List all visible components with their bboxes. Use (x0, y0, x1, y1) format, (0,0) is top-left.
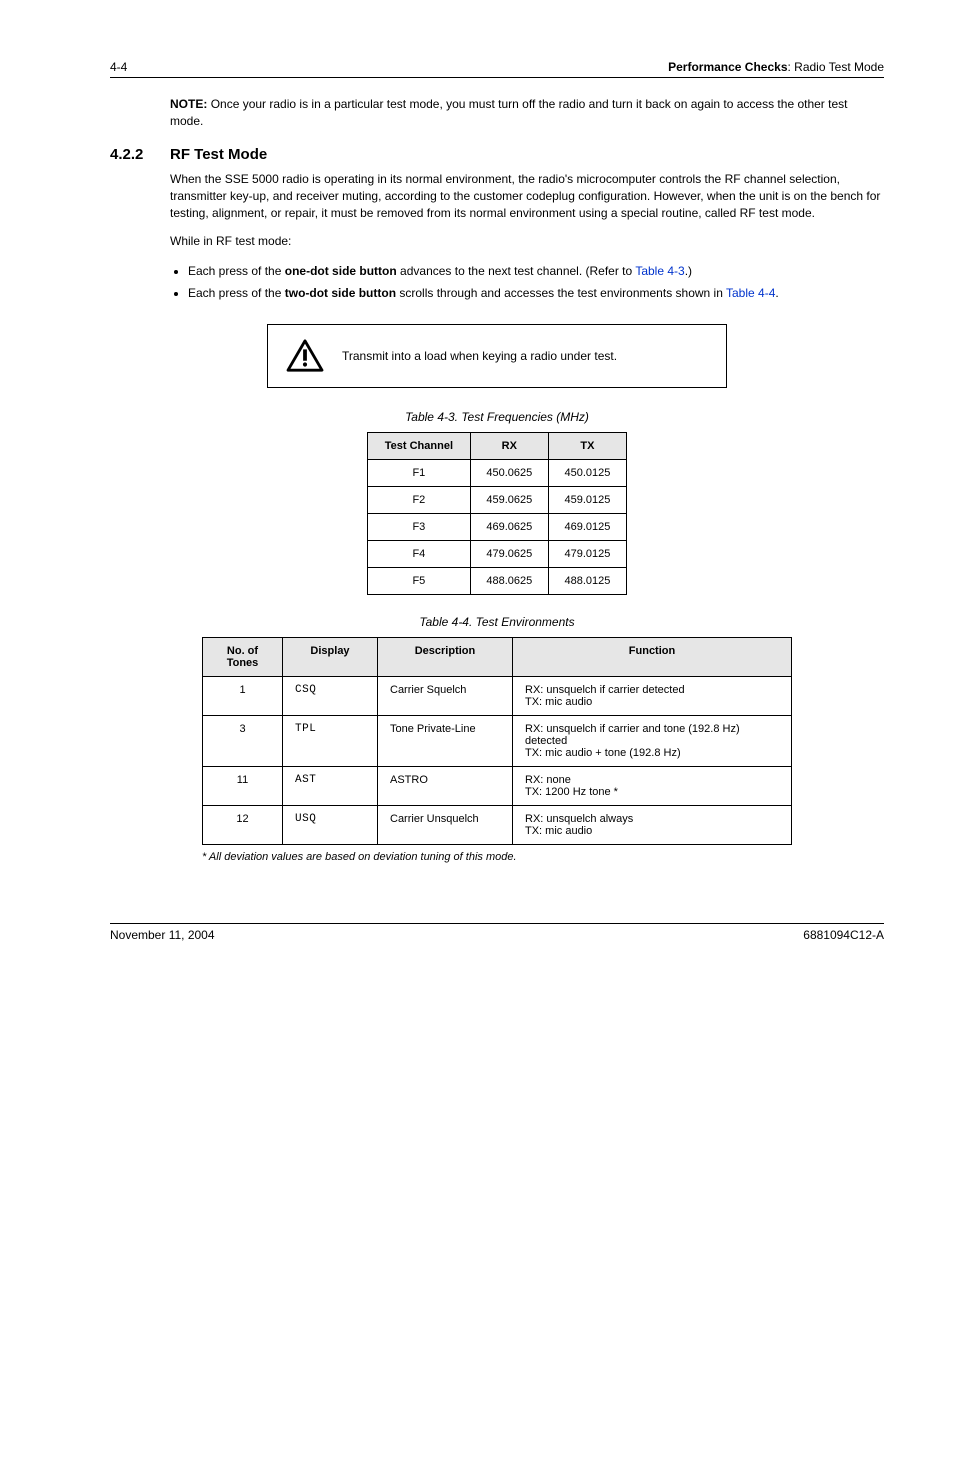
bullet-2-link[interactable]: Table 4-4 (726, 286, 775, 300)
section-number: 4.2.2 (110, 146, 170, 163)
footer-docnum: 6881094C12-A (803, 928, 884, 942)
table-row: 12 USQ Carrier Unsquelch RX: unsquelch a… (203, 806, 792, 845)
section-heading: 4.2.2 RF Test Mode (110, 146, 884, 163)
bullet-2-bold: two-dot side button (285, 286, 396, 300)
caution-box: Transmit into a load when keying a radio… (267, 324, 727, 388)
cell: 488.0625 (470, 568, 548, 595)
bullet-1-link[interactable]: Table 4-3 (635, 264, 684, 278)
th-display: Display (283, 638, 378, 677)
page-footer: November 11, 2004 6881094C12-A (110, 923, 884, 942)
bullet-1: Each press of the one-dot side button ad… (188, 262, 884, 280)
bullet-2-after: . (775, 286, 778, 300)
bullet-list: Each press of the one-dot side button ad… (170, 262, 884, 302)
bullet-1-post: advances to the next test channel. (Refe… (397, 264, 636, 278)
table-row: F3469.0625469.0125 (368, 514, 627, 541)
cell: ASTRO (378, 767, 513, 806)
cell: 12 (203, 806, 283, 845)
caution-icon (286, 339, 324, 373)
table-row: F5488.0625488.0125 (368, 568, 627, 595)
th-rx: RX (470, 433, 548, 460)
table-env-title: Table 4-4. Test Environments (110, 615, 884, 629)
cell: AST (283, 767, 378, 806)
cell: 459.0125 (548, 487, 626, 514)
bullet-1-after: .) (685, 264, 692, 278)
table-row: 11 AST ASTRO RX: none TX: 1200 Hz tone * (203, 767, 792, 806)
footer-date: November 11, 2004 (110, 928, 215, 942)
cell: 1 (203, 677, 283, 716)
th-tones: No. of Tones (203, 638, 283, 677)
header-section: Performance Checks: Radio Test Mode (668, 60, 884, 74)
note-block: NOTE: Once your radio is in a particular… (170, 96, 884, 130)
table-row: 3 TPL Tone Private-Line RX: unsquelch if… (203, 716, 792, 767)
table-row: F1450.0625450.0125 (368, 460, 627, 487)
bullet-1-pre: Each press of the (188, 264, 285, 278)
header-rest: : Radio Test Mode (788, 60, 885, 74)
table-row: 1 CSQ Carrier Squelch RX: unsquelch if c… (203, 677, 792, 716)
cell: F2 (368, 487, 471, 514)
table-row: F4479.0625479.0125 (368, 541, 627, 568)
cell: Carrier Unsquelch (378, 806, 513, 845)
cell: 479.0125 (548, 541, 626, 568)
cell: 479.0625 (470, 541, 548, 568)
bullet-2-pre: Each press of the (188, 286, 285, 300)
cell: 469.0125 (548, 514, 626, 541)
cell: F3 (368, 514, 471, 541)
cell: 11 (203, 767, 283, 806)
cell: Tone Private-Line (378, 716, 513, 767)
cell: 469.0625 (470, 514, 548, 541)
bullet-2: Each press of the two-dot side button sc… (188, 284, 884, 302)
th-tx: TX (548, 433, 626, 460)
caution-text: Transmit into a load when keying a radio… (342, 349, 617, 363)
cell: 488.0125 (548, 568, 626, 595)
table-footnote: * All deviation values are based on devi… (202, 851, 792, 863)
table-row: F2459.0625459.0125 (368, 487, 627, 514)
cell: F1 (368, 460, 471, 487)
paragraph-2: While in RF test mode: (170, 233, 884, 250)
cell: Carrier Squelch (378, 677, 513, 716)
cell: 3 (203, 716, 283, 767)
page-header: 4-4 Performance Checks: Radio Test Mode (110, 60, 884, 78)
cell: 459.0625 (470, 487, 548, 514)
table-freq: Test Channel RX TX F1450.0625450.0125 F2… (367, 432, 627, 595)
table-env: No. of Tones Display Description Functio… (202, 637, 792, 845)
cell: TPL (283, 716, 378, 767)
cell: F5 (368, 568, 471, 595)
cell: RX: unsquelch always TX: mic audio (513, 806, 792, 845)
cell: USQ (283, 806, 378, 845)
cell: F4 (368, 541, 471, 568)
cell: RX: unsquelch if carrier detected TX: mi… (513, 677, 792, 716)
cell: RX: none TX: 1200 Hz tone * (513, 767, 792, 806)
cell: RX: unsquelch if carrier and tone (192.8… (513, 716, 792, 767)
note-text: Once your radio is in a particular test … (170, 97, 847, 128)
paragraph-1: When the SSE 5000 radio is operating in … (170, 171, 884, 223)
cell: 450.0125 (548, 460, 626, 487)
th-func: Function (513, 638, 792, 677)
section-title: RF Test Mode (170, 146, 267, 163)
table-freq-title: Table 4-3. Test Frequencies (MHz) (110, 410, 884, 424)
header-bold: Performance Checks (668, 60, 787, 74)
th-desc: Description (378, 638, 513, 677)
cell: CSQ (283, 677, 378, 716)
note-label: NOTE: (170, 97, 207, 111)
bullet-1-bold: one-dot side button (285, 264, 397, 278)
cell: 450.0625 (470, 460, 548, 487)
page-number: 4-4 (110, 60, 127, 74)
bullet-2-post: scrolls through and accesses the test en… (396, 286, 726, 300)
th-channel: Test Channel (368, 433, 471, 460)
